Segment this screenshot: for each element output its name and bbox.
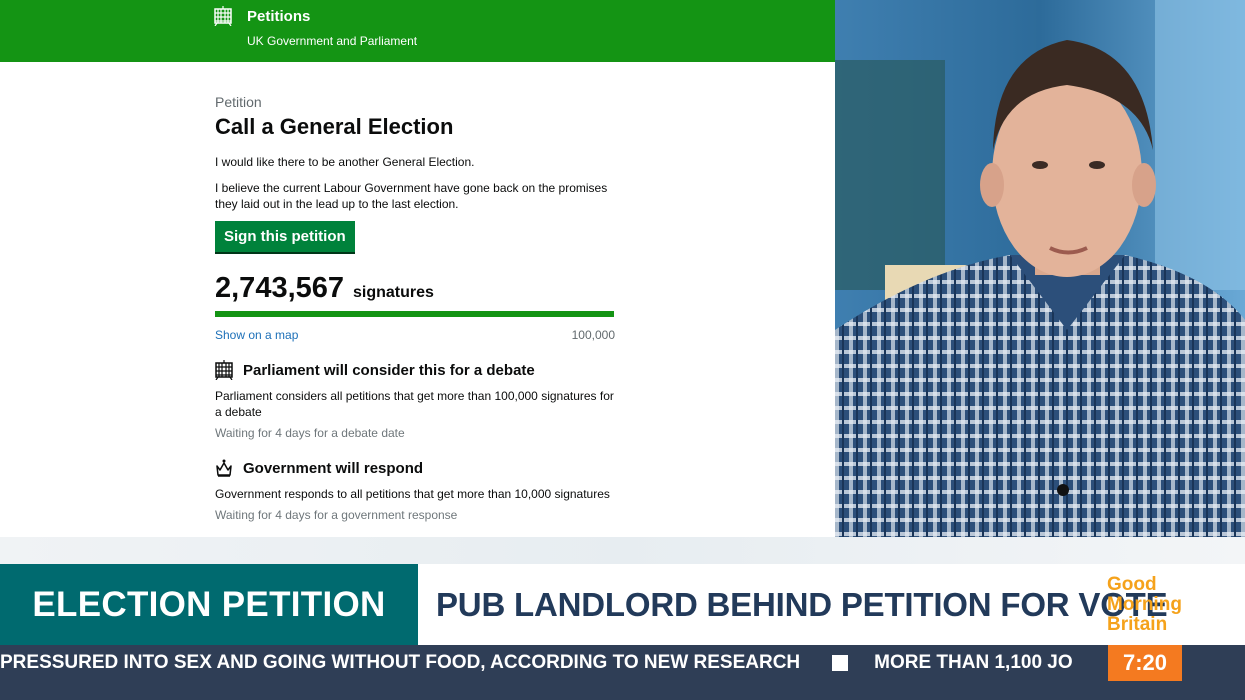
site-title[interactable]: Petitions (247, 8, 310, 25)
news-strap: ELECTION PETITION PUB LANDLORD BEHIND PE… (0, 564, 1245, 645)
response-text: Government responds to all petitions tha… (215, 487, 610, 501)
guest-portrait (835, 0, 1245, 537)
progress-meta: Show on a map 100,000 (215, 328, 615, 342)
response-title: Government will respond (243, 459, 424, 477)
logo-line: Morning (1107, 594, 1182, 615)
signature-label: signatures (353, 284, 434, 301)
debate-text: Parliament considers all petitions that … (215, 389, 614, 419)
strap-divider (0, 537, 1245, 564)
ticker-track: PRESSURED INTO SEX AND GOING WITHOUT FOO… (0, 645, 1073, 681)
site-subtitle: UK Government and Parliament (247, 34, 418, 48)
channel-logo: Good Morning Britain (1107, 575, 1197, 635)
page-title: Call a General Election (215, 114, 454, 139)
debate-heading: Parliament will consider this for a deba… (215, 360, 615, 380)
portcullis-icon (214, 6, 232, 26)
response-status: Waiting for 4 days for a government resp… (215, 508, 458, 522)
petition-body: Petition Call a General Election I would… (215, 94, 615, 522)
debate-section: Parliament will consider this for a deba… (215, 360, 615, 440)
debate-title: Parliament will consider this for a deba… (243, 361, 535, 379)
petition-action: I would like there to be another General… (215, 155, 475, 169)
ticker-item: MORE THAN 1,100 JO (874, 652, 1073, 673)
debate-status: Waiting for 4 days for a debate date (215, 426, 405, 440)
broadcast-clock: 7:20 (1108, 645, 1182, 681)
portcullis-icon (215, 360, 233, 380)
crown-icon (216, 459, 232, 477)
strap-headline: PUB LANDLORD BEHIND PETITION FOR VOTE (436, 586, 1168, 623)
threshold-label: 100,000 (571, 328, 615, 342)
ticker-item: PRESSURED INTO SEX AND GOING WITHOUT FOO… (0, 652, 801, 673)
signature-progress-bar (215, 311, 614, 317)
sign-petition-button[interactable]: Sign this petition (215, 221, 355, 252)
logo-line: Good (1107, 574, 1157, 595)
response-section: Government will respond Government respo… (215, 458, 615, 522)
studio-camera-feed (835, 0, 1245, 537)
logo-line: Britain (1107, 614, 1168, 635)
show-on-map-link[interactable]: Show on a map (215, 328, 298, 342)
signature-count-row: 2,743,567 signatures (215, 272, 615, 305)
ticker-separator-icon (832, 655, 849, 671)
signature-count: 2,743,567 (215, 272, 345, 304)
strap-label: ELECTION PETITION (0, 564, 418, 645)
site-header: Petitions UK Government and Parliament (0, 0, 835, 62)
response-heading: Government will respond (215, 458, 615, 478)
news-ticker: PRESSURED INTO SEX AND GOING WITHOUT FOO… (0, 645, 1245, 700)
signature-progress-fill (215, 311, 614, 317)
page-eyebrow: Petition (215, 94, 262, 110)
petition-background: I believe the current Labour Government … (215, 181, 608, 211)
petition-webpage: Petitions UK Government and Parliament P… (0, 0, 835, 537)
